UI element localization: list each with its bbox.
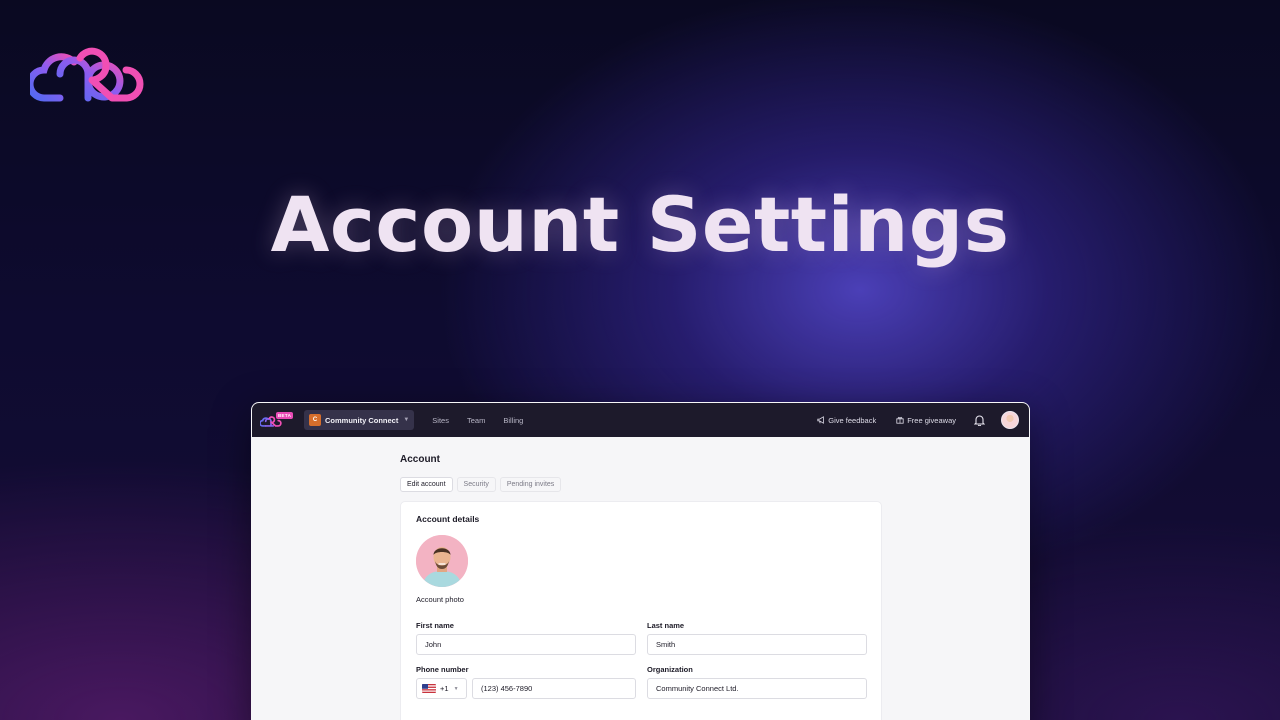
phone-number-label: Phone number (416, 665, 469, 674)
notification-bell-icon[interactable] (974, 414, 985, 426)
nav-item-billing[interactable]: Billing (503, 416, 523, 425)
us-flag-icon (422, 684, 436, 693)
hero-title: Account Settings (270, 180, 1010, 269)
account-photo[interactable] (416, 535, 468, 587)
last-name-input[interactable]: Smith (647, 634, 867, 655)
organization-label: Organization (647, 665, 693, 674)
main-content: Account Edit account Security Pending in… (252, 437, 1029, 720)
first-name-group: First name John (416, 621, 636, 655)
beta-badge: BETA (276, 412, 294, 419)
phone-number-group: Phone number +1 ▼ (123) 456-7890 (416, 665, 636, 699)
user-avatar[interactable] (1001, 411, 1019, 429)
workspace-name: Community Connect (325, 415, 399, 425)
gift-icon (896, 416, 904, 424)
workspace-switcher[interactable]: C Community Connect ▼ (304, 410, 415, 430)
account-details-card: Account details Account photo First name… (400, 501, 882, 720)
app-window: BETA C Community Connect ▼ Sites Team Bi… (251, 402, 1030, 720)
country-code: +1 (440, 684, 449, 693)
organization-input[interactable]: Community Connect Ltd. (647, 678, 867, 699)
app-logo[interactable]: BETA (260, 410, 294, 430)
nav-item-sites[interactable]: Sites (432, 416, 449, 425)
tab-pending-invites[interactable]: Pending invites (499, 477, 562, 492)
card-title: Account details (416, 514, 480, 524)
last-name-label: Last name (647, 621, 685, 630)
tab-security[interactable]: Security (456, 477, 496, 492)
workspace-icon: C (309, 414, 321, 426)
account-tabs: Edit account Security Pending invites (400, 477, 1029, 492)
megaphone-icon (817, 416, 825, 424)
last-name-group: Last name Smith (647, 621, 867, 655)
account-photo-label: Account photo (416, 595, 464, 604)
nav-item-team[interactable]: Team (467, 416, 485, 425)
page-title: Account (400, 454, 440, 465)
tab-edit-account[interactable]: Edit account (400, 477, 453, 492)
organization-group: Organization Community Connect Ltd. (647, 665, 867, 699)
top-navigation-bar: BETA C Community Connect ▼ Sites Team Bi… (252, 403, 1029, 437)
brand-cloud-logo (30, 47, 144, 102)
profile-photo-image (416, 535, 468, 587)
free-giveaway-button[interactable]: Free giveaway (896, 416, 956, 425)
give-feedback-label: Give feedback (828, 415, 877, 425)
phone-number-input[interactable]: (123) 456-7890 (472, 678, 636, 699)
chevron-down-icon: ▼ (403, 417, 410, 423)
first-name-input[interactable]: John (416, 634, 636, 655)
free-giveaway-label: Free giveaway (907, 415, 956, 425)
chevron-down-icon: ▼ (453, 685, 459, 692)
first-name-label: First name (416, 621, 454, 630)
country-code-select[interactable]: +1 ▼ (416, 678, 467, 699)
give-feedback-button[interactable]: Give feedback (817, 416, 876, 425)
account-form: First name John Last name Smith Phone nu… (416, 621, 867, 699)
phone-row: +1 ▼ (123) 456-7890 (416, 678, 636, 699)
